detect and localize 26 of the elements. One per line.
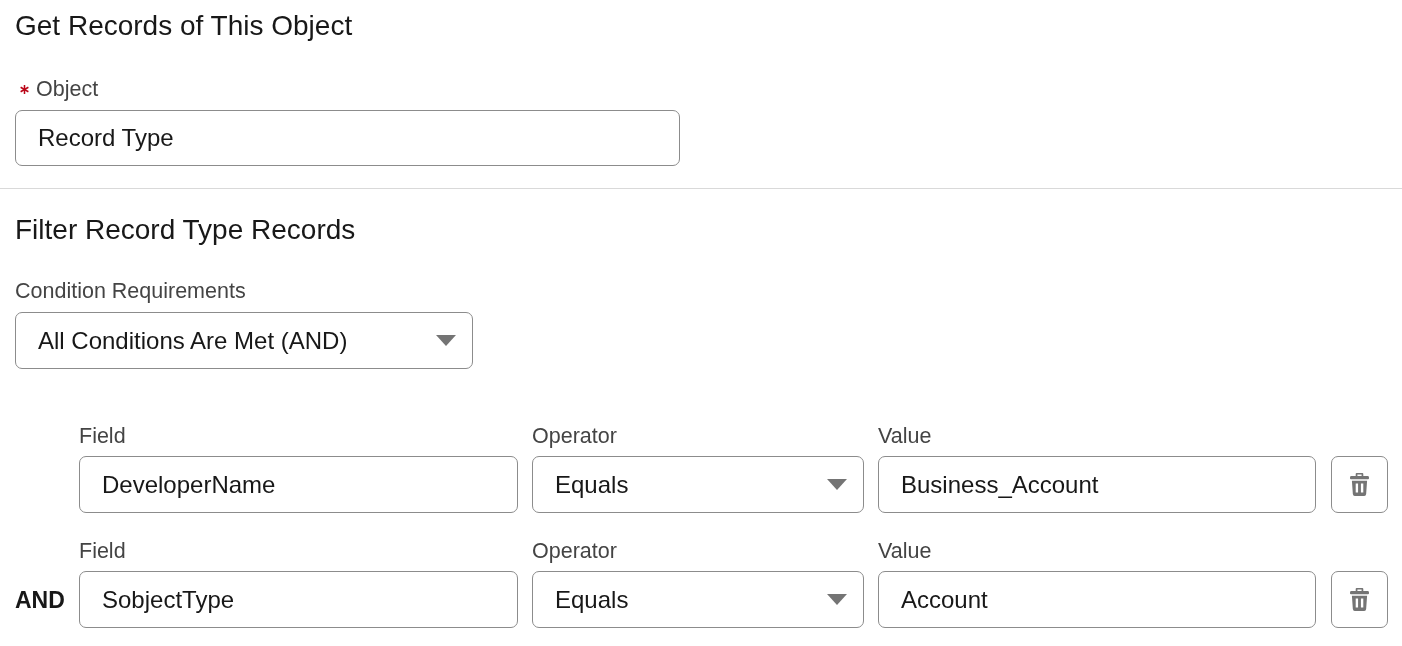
operator-select[interactable]: Equals (532, 456, 864, 513)
delete-button[interactable] (1331, 456, 1388, 513)
trash-icon (1350, 473, 1369, 496)
operator-label: Operator (532, 539, 618, 563)
field-input[interactable]: DeveloperName (79, 456, 518, 513)
delete-button[interactable] (1331, 571, 1388, 628)
section-title: Get Records of This Object (15, 10, 354, 42)
value-input[interactable]: Account (878, 571, 1316, 628)
logic-connector: AND (15, 585, 65, 614)
caret-icon (827, 594, 847, 605)
field-input[interactable]: SobjectType (79, 571, 518, 628)
caret-icon (827, 479, 847, 490)
field-label: Field (79, 424, 127, 448)
condition-requirements-select[interactable]: All Conditions Are Met (AND) (15, 312, 473, 369)
section-title: Filter Record Type Records (15, 214, 357, 246)
value-input[interactable]: Business_Account (878, 456, 1316, 513)
trash-icon (1350, 588, 1369, 611)
caret-icon (436, 335, 456, 346)
value-label: Value (878, 424, 933, 448)
field-label: Object (36, 77, 99, 101)
operator-select[interactable]: Equals (532, 571, 864, 628)
field-label: Field (79, 539, 127, 563)
operator-label: Operator (532, 424, 618, 448)
value-label: Value (878, 539, 933, 563)
field-label: Condition Requirements (15, 279, 246, 303)
object-input[interactable]: Record Type (15, 110, 680, 166)
